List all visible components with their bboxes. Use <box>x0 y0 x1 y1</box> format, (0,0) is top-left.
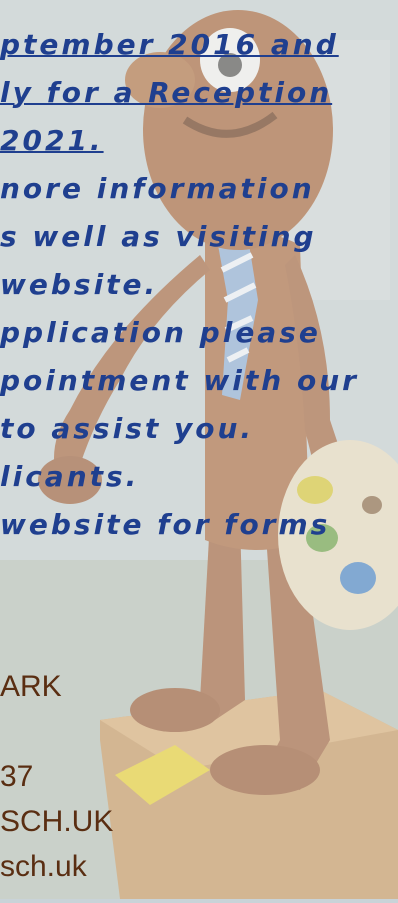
text-line-8: pointment with our <box>0 364 359 397</box>
cropped-heading <box>0 0 398 8</box>
text-line-6: website. <box>0 268 159 301</box>
text-line-3: 2021. <box>0 124 104 157</box>
footer-email[interactable]: SCH.UK <box>0 805 113 839</box>
text-line-2: ly for a Reception <box>0 76 333 109</box>
footer-phone: 37 <box>0 760 34 793</box>
footer-website[interactable]: sch.uk <box>0 850 87 884</box>
text-line-5: s well as visiting <box>0 220 317 253</box>
text-line-1: ptember 2016 and <box>0 28 339 61</box>
text-line-9: to assist you. <box>0 412 255 445</box>
text-line-4: nore information <box>0 172 315 205</box>
text-line-7: pplication please <box>0 316 321 349</box>
text-line-10: licants. <box>0 460 140 493</box>
text-line-11: website for forms <box>0 508 331 541</box>
footer-address: ARK <box>0 670 62 703</box>
